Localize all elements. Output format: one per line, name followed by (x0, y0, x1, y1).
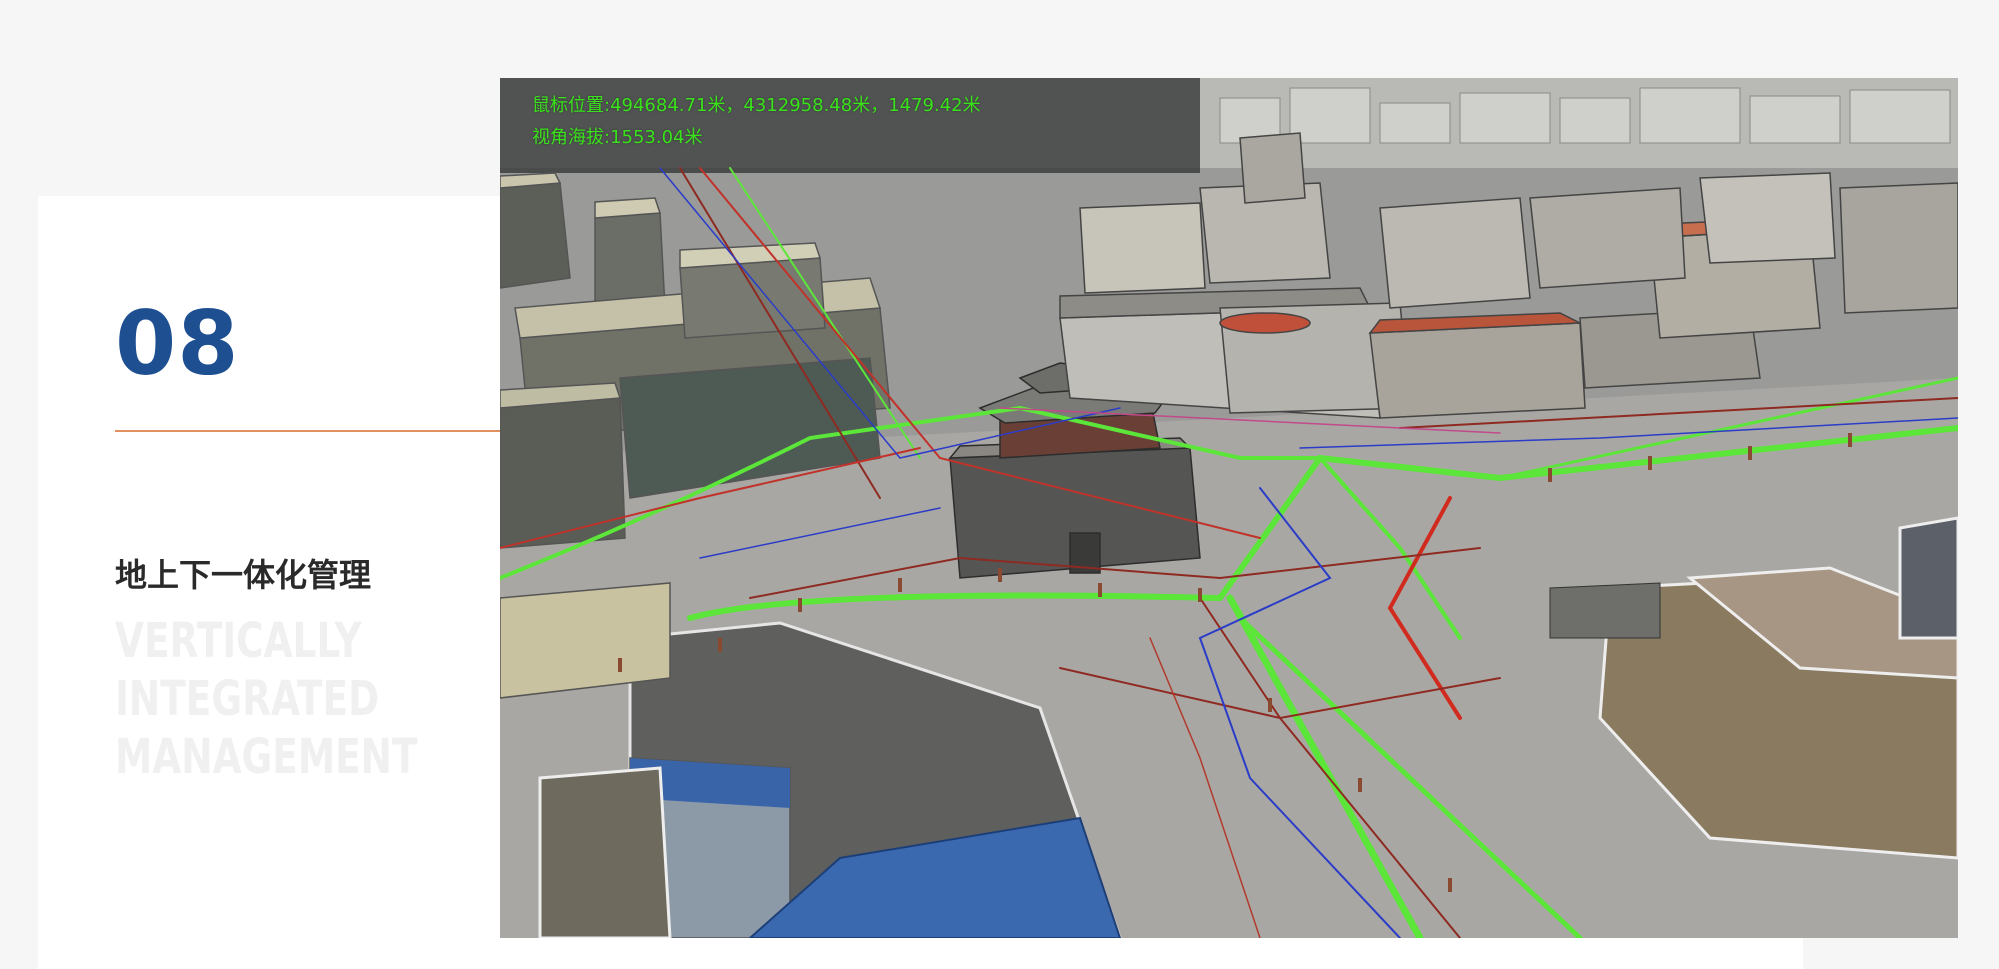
section-divider (115, 430, 510, 432)
3d-city-viewer[interactable]: 鼠标位置:494684.71米，4312958.48米，1479.42米 视角海… (500, 78, 1958, 938)
city-scene (500, 78, 1958, 938)
title-en-line-3: MANAGEMENT (115, 729, 418, 785)
coordinate-hud: 鼠标位置:494684.71米，4312958.48米，1479.42米 视角海… (532, 90, 981, 154)
slide-page: 08 地上下一体化管理 VERTICALLY INTEGRATED MANAGE… (0, 0, 1999, 969)
mouse-position-readout: 鼠标位置:494684.71米，4312958.48米，1479.42米 (532, 95, 981, 116)
title-en-line-2: INTEGRATED (115, 671, 380, 727)
camera-altitude-readout: 视角海拔:1553.04米 (532, 127, 703, 148)
title-en-line-1: VERTICALLY (115, 613, 362, 669)
section-number: 08 (115, 292, 240, 395)
section-title-en: VERTICALLY INTEGRATED MANAGEMENT (115, 612, 418, 786)
section-title-cn: 地上下一体化管理 (115, 556, 372, 594)
